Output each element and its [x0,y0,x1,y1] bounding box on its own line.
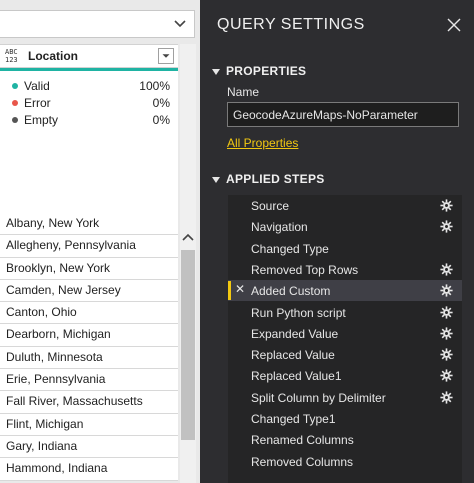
applied-step-label: Source [251,199,290,213]
name-label: Name [227,85,260,99]
table-row[interactable]: Camden, New Jersey [0,279,178,303]
applied-step[interactable]: Source [228,195,462,216]
quality-percent: 100% [139,79,170,93]
applied-step-label: Replaced Value [251,348,335,363]
delete-step-icon[interactable]: ✕ [235,282,245,296]
collapse-triangle-icon[interactable] [212,68,220,75]
applied-step-label: Replaced Value1 [251,369,342,384]
quality-dot-icon [12,100,18,106]
applied-step[interactable]: Changed Type [228,238,462,259]
applied-step[interactable]: Renamed Columns [228,429,462,450]
gear-icon[interactable] [440,327,453,340]
table-row[interactable]: Duluth, Minnesota [0,346,178,370]
applied-step-label: Split Column by Delimiter [251,390,386,405]
gear-icon[interactable] [440,305,453,319]
table-row[interactable]: Albany, New York [0,213,178,236]
quality-percent: 0% [152,113,170,127]
applied-step-label: Navigation [251,220,308,235]
column-header-location[interactable]: ABC 123 Location [0,44,178,68]
applied-steps-list: Source Navigation Changed Type Removed Top … [228,195,462,483]
selected-step-indicator [228,281,231,301]
applied-step[interactable]: Split Column by Delimiter [228,387,462,408]
chevron-down-icon[interactable] [172,15,188,33]
scrollbar-thumb[interactable] [181,250,195,440]
column-name: Location [28,49,78,63]
applied-step[interactable]: ✕ Added Custom [228,280,462,302]
applied-step-label: Expanded Value [251,326,339,341]
table-row[interactable]: Fall River, Massachusetts [0,391,178,414]
applied-steps-heading: APPLIED STEPS [226,172,325,186]
table-row[interactable]: Canton, Ohio [0,302,178,325]
quality-percent: 0% [152,96,170,110]
gear-icon[interactable] [440,391,453,404]
quality-row-empty[interactable]: Empty 0% [0,112,178,129]
table-row[interactable]: Brooklyn, New York [0,257,178,280]
table-row[interactable]: Gary, Indiana [0,435,178,459]
applied-step[interactable]: Replaced Value1 [228,365,462,386]
applied-step-label: Renamed Columns [251,433,354,448]
dropdown-arrow-icon [162,54,170,58]
table-rows: Albany, New York Allegheny, Pennsylvania B… [0,213,178,481]
quality-dot-icon [12,117,18,123]
quality-label: Empty [24,113,59,127]
gear-icon[interactable] [440,263,453,276]
applied-step-label: Changed Type1 [251,412,336,426]
quality-label: Error [24,96,51,110]
quality-row-valid[interactable]: Valid 100% [0,78,178,95]
table-row[interactable]: Erie, Pennsylvania [0,369,178,392]
applied-step[interactable]: Replaced Value [228,344,462,365]
applied-step-label: Changed Type [251,241,329,256]
applied-step-label: Removed Top Rows [251,262,359,277]
gear-icon[interactable] [440,199,453,212]
applied-step[interactable]: Removed Top Rows [228,259,462,280]
close-icon[interactable] [447,18,461,32]
applied-step[interactable]: Removed Columns [228,451,462,472]
applied-step[interactable]: Run Python script [228,302,462,323]
query-settings-title: QUERY SETTINGS [217,16,365,33]
table-row[interactable]: Allegheny, Pennsylvania [0,235,178,258]
vertical-scrollbar[interactable] [180,44,196,483]
properties-heading: PROPERTIES [226,64,307,78]
collapse-triangle-icon[interactable] [212,176,220,183]
gear-icon[interactable] [440,348,453,361]
applied-step[interactable]: Changed Type1 [228,408,462,429]
type-icon-text-top: ABC [5,48,18,56]
data-preview-pane: ABC 123 Location Valid 100% Error 0% Empty 0%… [0,0,200,483]
query-name-input[interactable] [227,102,459,127]
applied-step-label: Removed Columns [251,454,354,469]
applied-step[interactable]: Expanded Value [228,323,462,344]
all-properties-link[interactable]: All Properties [227,136,298,150]
query-settings-pane: QUERY SETTINGS PROPERTIES Name All Prope… [200,0,474,483]
formula-bar[interactable] [0,10,195,38]
applied-step-label: Added Custom [251,284,331,299]
table-row[interactable]: Dearborn, Michigan [0,324,178,347]
quality-dot-icon [12,83,18,89]
properties-section-header[interactable]: PROPERTIES [212,64,306,78]
quality-label: Valid [24,79,50,93]
quality-row-error[interactable]: Error 0% [0,95,178,112]
applied-steps-section-header[interactable]: APPLIED STEPS [212,172,325,186]
applied-step-label: Run Python script [251,305,346,320]
gear-icon[interactable] [440,284,453,297]
scroll-up-arrow-icon[interactable] [180,230,196,246]
column-filter-dropdown[interactable] [158,48,174,64]
table-row[interactable]: Flint, Michigan [0,413,178,436]
data-table: ABC 123 Location Valid 100% Error 0% Empty 0%… [0,44,200,483]
type-any-icon[interactable]: ABC 123 [5,48,23,64]
type-icon-text-bottom: 123 [5,56,18,64]
gear-icon[interactable] [440,220,453,233]
gear-icon[interactable] [440,369,453,382]
applied-step[interactable]: Navigation [228,216,462,237]
table-row[interactable]: Hammond, Indiana [0,458,178,481]
